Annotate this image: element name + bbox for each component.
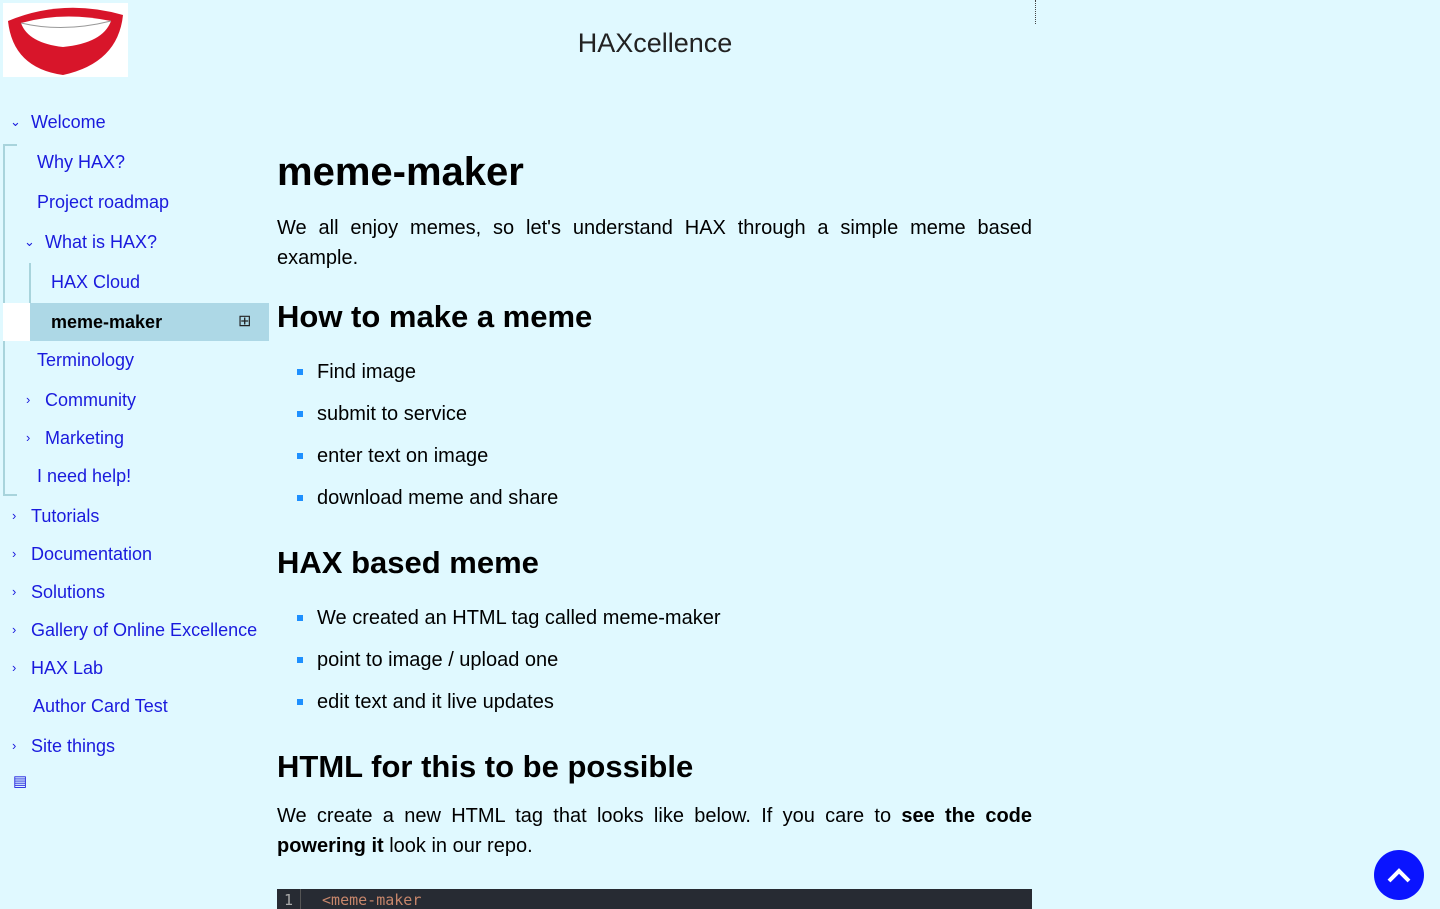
list-item: We created an HTML tag called meme-maker — [297, 597, 1032, 639]
nav-welcome[interactable]: Welcome — [31, 112, 106, 133]
add-item-icon[interactable]: ▤ — [13, 772, 27, 790]
nav-what-is-hax[interactable]: What is HAX? — [45, 232, 157, 253]
heading-based: HAX based meme — [277, 545, 539, 580]
nav-hax-cloud[interactable]: HAX Cloud — [51, 272, 140, 293]
nav-site-things[interactable]: Site things — [31, 736, 115, 757]
nav-documentation[interactable]: Documentation — [31, 544, 152, 565]
based-list: We created an HTML tag called meme-maker… — [297, 597, 1032, 723]
chevron-right-icon[interactable]: › — [12, 584, 16, 599]
chevron-right-icon[interactable]: › — [26, 430, 30, 445]
list-item: Find image — [297, 351, 1032, 393]
nav-roadmap[interactable]: Project roadmap — [37, 192, 169, 213]
chevron-down-icon[interactable]: ⌄ — [24, 234, 35, 250]
nav-community[interactable]: Community — [45, 390, 136, 411]
page-title: meme-maker — [277, 150, 524, 194]
list-item: enter text on image — [297, 435, 1032, 477]
line-number: 1 — [277, 889, 301, 909]
add-page-icon[interactable]: ⊞ — [238, 311, 251, 331]
main-content: meme-maker We all enjoy memes, so let's … — [277, 150, 1032, 861]
make-list: Find image submit to service enter text … — [297, 351, 1032, 519]
html-text: We create a new HTML tag that looks like… — [277, 801, 1032, 861]
chevron-right-icon[interactable]: › — [12, 508, 16, 523]
nav-tutorials[interactable]: Tutorials — [31, 506, 99, 527]
list-item: point to image / upload one — [297, 639, 1032, 681]
text: We create a new HTML tag that looks like… — [277, 805, 902, 827]
active-marker — [3, 303, 30, 341]
chevron-up-icon — [1387, 868, 1411, 883]
nav-author-card[interactable]: Author Card Test — [33, 696, 168, 717]
chevron-right-icon[interactable]: › — [26, 392, 30, 407]
chevron-down-icon[interactable]: ⌄ — [10, 114, 21, 130]
list-item: download meme and share — [297, 477, 1032, 519]
scroll-top-button[interactable] — [1374, 850, 1424, 900]
chevron-right-icon[interactable]: › — [12, 738, 16, 753]
code-text: <meme-maker — [322, 891, 422, 909]
chevron-right-icon[interactable]: › — [12, 546, 16, 561]
chevron-right-icon[interactable]: › — [12, 622, 16, 637]
code-block: 1 <meme-maker — [277, 889, 1032, 909]
heading-html: HTML for this to be possible — [277, 749, 694, 784]
text: look in our repo. — [383, 835, 533, 857]
list-item: submit to service — [297, 393, 1032, 435]
nav-why-hax[interactable]: Why HAX? — [37, 152, 125, 173]
site-title[interactable]: HAXcellence — [540, 28, 770, 59]
nav-gallery[interactable]: Gallery of Online Excellence — [31, 620, 257, 641]
divider — [1035, 0, 1036, 24]
list-item: edit text and it live updates — [297, 681, 1032, 723]
nav-marketing[interactable]: Marketing — [45, 428, 124, 449]
nav-hax-lab[interactable]: HAX Lab — [31, 658, 103, 679]
intro-text: We all enjoy memes, so let's understand … — [277, 217, 1032, 269]
nav-help[interactable]: I need help! — [37, 466, 131, 487]
chevron-right-icon[interactable]: › — [12, 660, 16, 675]
heading-make: How to make a meme — [277, 299, 593, 334]
nav-solutions[interactable]: Solutions — [31, 582, 105, 603]
site-logo[interactable] — [3, 3, 128, 77]
nav-meme-maker[interactable]: meme-maker — [51, 312, 162, 333]
nav-terminology[interactable]: Terminology — [37, 350, 134, 371]
